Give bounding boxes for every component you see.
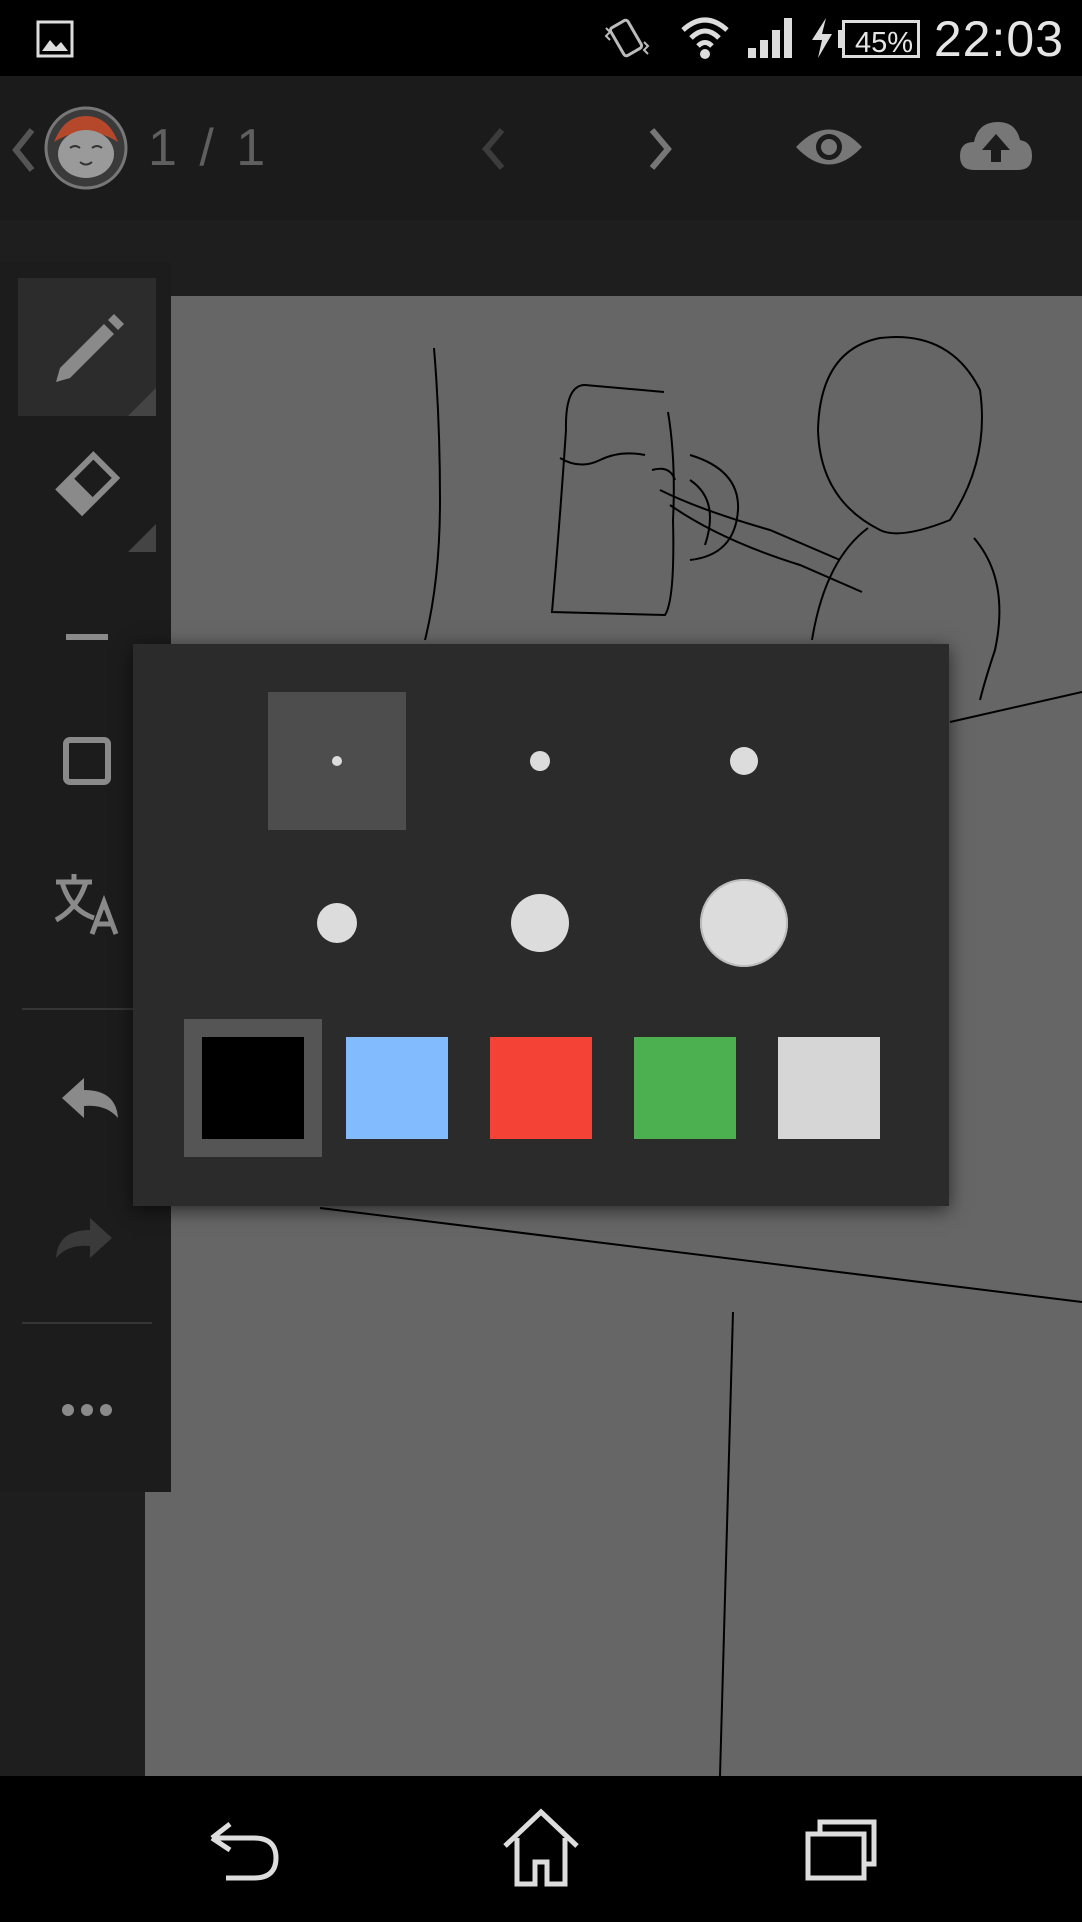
pen-icon [56, 314, 156, 416]
brush-size-option[interactable] [675, 854, 813, 992]
signal-icon [748, 18, 792, 58]
more-icon [62, 1404, 112, 1416]
battery-tip [838, 30, 844, 48]
vibrate-icon [604, 18, 650, 58]
page-counter: 1 / 1 [148, 119, 270, 177]
more-button[interactable] [18, 1342, 156, 1480]
brush-size-option[interactable] [268, 854, 406, 992]
eraser-icon [55, 451, 156, 552]
brush-size-dot [332, 756, 342, 766]
brush-size-option[interactable] [471, 854, 609, 992]
recents-icon [805, 1819, 877, 1881]
back-icon [210, 1822, 279, 1881]
clock: 22:03 [933, 11, 1064, 67]
back-chevron-icon[interactable] [10, 126, 36, 174]
color-swatch-blue[interactable] [346, 1037, 448, 1139]
eraser-tool-button[interactable] [18, 414, 156, 552]
brush-size-dot [317, 903, 357, 943]
color-swatch-green[interactable] [634, 1037, 736, 1139]
status-bar: 45% 22:03 [0, 0, 1082, 76]
color-swatch-red[interactable] [490, 1037, 592, 1139]
pen-tool-button[interactable] [18, 278, 156, 416]
cloud-upload-icon[interactable] [958, 118, 1034, 174]
color-swatch-black[interactable] [202, 1037, 304, 1139]
eye-icon[interactable] [794, 122, 864, 172]
brush-size-option[interactable] [268, 692, 406, 830]
system-nav-bar [0, 1776, 1082, 1922]
color-swatch-gray[interactable] [778, 1037, 880, 1139]
top-action-bar: 1 / 1 [0, 76, 1082, 220]
avatar[interactable] [44, 106, 128, 190]
home-icon [503, 1808, 579, 1887]
brush-settings-popup [133, 644, 949, 1206]
nav-back-button[interactable] [192, 1798, 292, 1898]
brush-size-dot [530, 751, 550, 771]
brush-size-dot [511, 894, 569, 952]
prev-page-icon[interactable] [480, 126, 506, 172]
image-icon [36, 20, 74, 58]
brush-size-option[interactable] [471, 692, 609, 830]
brush-size-option[interactable] [675, 692, 813, 830]
next-page-icon[interactable] [648, 126, 674, 172]
brush-size-dot [700, 879, 788, 967]
nav-home-button[interactable] [491, 1798, 591, 1898]
nav-recents-button[interactable] [790, 1798, 890, 1898]
charging-icon [812, 18, 832, 58]
wifi-icon [681, 17, 729, 59]
battery-level: 45% [855, 27, 914, 59]
battery-icon: 45% [842, 20, 920, 59]
brush-size-dot [730, 747, 758, 775]
toolbar-divider [22, 1322, 152, 1324]
